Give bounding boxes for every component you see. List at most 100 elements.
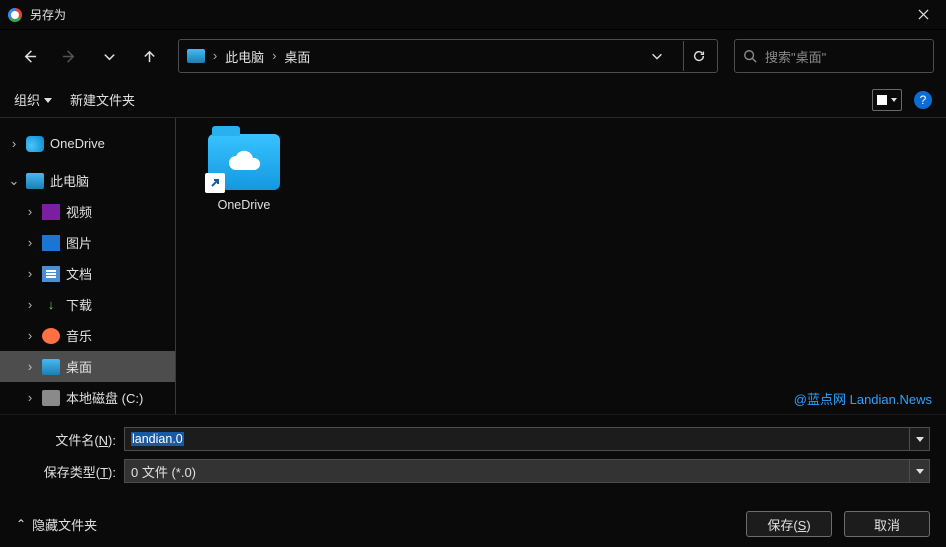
shortcut-arrow-icon (209, 177, 221, 189)
search-input[interactable]: 搜索"桌面" (734, 39, 934, 73)
filetype-value: 0 文件 (*.0) (131, 462, 196, 481)
sidebar-item-videos[interactable]: › 视频 (0, 196, 175, 227)
videos-icon (42, 204, 60, 220)
caret-right-icon: › (24, 266, 36, 281)
sidebar-item-localdisk[interactable]: › 本地磁盘 (C:) (0, 382, 175, 413)
view-icon (877, 95, 887, 105)
crumb-desktop[interactable]: 桌面 (284, 47, 310, 66)
sidebar-item-label: 视频 (66, 202, 92, 221)
back-button[interactable] (12, 39, 46, 73)
sidebar-item-label: 本地磁盘 (C:) (66, 388, 143, 407)
cloud-icon (224, 150, 264, 174)
sidebar-item-pictures[interactable]: › 图片 (0, 227, 175, 258)
thispc-icon (26, 173, 44, 189)
chrome-icon (8, 8, 22, 22)
search-placeholder: 搜索"桌面" (765, 47, 826, 66)
chevron-down-icon (916, 469, 924, 474)
chevron-down-icon (102, 49, 117, 64)
filename-value: landian.0 (131, 432, 184, 446)
music-icon (42, 328, 60, 344)
sidebar-item-label: 文档 (66, 264, 92, 283)
sidebar-item-label: 图片 (66, 233, 92, 252)
caret-right-icon: › (24, 359, 36, 374)
sidebar-item-label: 下载 (66, 295, 92, 314)
sidebar-item-documents[interactable]: › 文档 (0, 258, 175, 289)
up-button[interactable] (132, 39, 166, 73)
sidebar-item-label: 桌面 (66, 357, 92, 376)
file-pane[interactable]: OneDrive @蓝点网 Landian.News (176, 118, 946, 414)
caret-right-icon: › (24, 390, 36, 405)
command-bar: 组织 新建文件夹 ? (0, 82, 946, 118)
help-button[interactable]: ? (914, 91, 932, 109)
close-icon (918, 9, 929, 20)
organize-label: 组织 (14, 90, 40, 109)
thispc-small-icon (187, 49, 205, 63)
chevron-down-icon (650, 49, 664, 63)
chevron-down-icon (891, 98, 897, 102)
crumb-chevron-icon: › (272, 49, 276, 63)
filename-input[interactable]: landian.0 (124, 427, 930, 451)
sidebar-item-label: 音乐 (66, 326, 92, 345)
sidebar-item-downloads[interactable]: › ↓ 下载 (0, 289, 175, 320)
forward-button[interactable] (52, 39, 86, 73)
content-area: › OneDrive ⌄ 此电脑 › 视频 › 图片 › 文档 › ↓ 下载 (0, 118, 946, 414)
watermark-text: @蓝点网 Landian.News (794, 389, 932, 408)
sidebar: › OneDrive ⌄ 此电脑 › 视频 › 图片 › 文档 › ↓ 下载 (0, 118, 176, 414)
desktop-icon (42, 359, 60, 375)
caret-right-icon: › (24, 204, 36, 219)
recent-locations-button[interactable] (92, 39, 126, 73)
cancel-button[interactable]: 取消 (844, 511, 930, 537)
caret-right-icon: › (8, 136, 20, 151)
hide-folders-button[interactable]: ⌃ 隐藏文件夹 (16, 515, 97, 534)
caret-right-icon: › (24, 235, 36, 250)
filetype-label: 保存类型(T): (16, 462, 116, 481)
sidebar-item-label: OneDrive (50, 136, 105, 151)
sidebar-item-music[interactable]: › 音乐 (0, 320, 175, 351)
form-area: 文件名(N): landian.0 保存类型(T): 0 文件 (*.0) (0, 414, 946, 501)
chevron-down-icon (44, 98, 52, 103)
filename-label: 文件名(N): (16, 430, 116, 449)
refresh-button[interactable] (683, 41, 713, 71)
arrow-up-icon (142, 49, 157, 64)
onedrive-icon (26, 136, 44, 152)
filename-dropdown-button[interactable] (909, 428, 929, 450)
close-button[interactable] (900, 0, 946, 30)
caret-right-icon: › (24, 328, 36, 343)
nav-toolbar: › 此电脑 › 桌面 搜索"桌面" (0, 30, 946, 82)
folder-icon (208, 134, 280, 190)
address-dropdown-button[interactable] (641, 41, 671, 71)
window-title: 另存为 (30, 6, 900, 23)
chevron-down-icon (916, 437, 924, 442)
new-folder-button[interactable]: 新建文件夹 (70, 90, 135, 109)
chevron-up-icon: ⌃ (16, 517, 26, 531)
sidebar-item-onedrive[interactable]: › OneDrive (0, 128, 175, 159)
filetype-dropdown-button[interactable] (909, 460, 929, 482)
caret-right-icon: › (24, 297, 36, 312)
disk-icon (42, 390, 60, 406)
shortcut-badge (205, 173, 225, 193)
filetype-select[interactable]: 0 文件 (*.0) (124, 459, 930, 483)
sidebar-item-thispc[interactable]: ⌄ 此电脑 (0, 165, 175, 196)
footer: ⌃ 隐藏文件夹 保存(S) 取消 (0, 501, 946, 547)
caret-down-icon: ⌄ (8, 173, 20, 189)
address-bar[interactable]: › 此电脑 › 桌面 (178, 39, 718, 73)
pictures-icon (42, 235, 60, 251)
sidebar-item-label: 此电脑 (50, 171, 89, 190)
sidebar-item-desktop[interactable]: › 桌面 (0, 351, 175, 382)
file-item-onedrive[interactable]: OneDrive (196, 134, 292, 212)
arrow-right-icon (62, 49, 77, 64)
save-button[interactable]: 保存(S) (746, 511, 832, 537)
title-bar: 另存为 (0, 0, 946, 30)
documents-icon (42, 266, 60, 282)
downloads-icon: ↓ (42, 297, 60, 313)
hide-folders-label: 隐藏文件夹 (32, 515, 97, 534)
file-label: OneDrive (196, 198, 292, 212)
search-icon (743, 49, 757, 63)
organize-button[interactable]: 组织 (14, 90, 52, 109)
new-folder-label: 新建文件夹 (70, 90, 135, 109)
view-button[interactable] (872, 89, 902, 111)
refresh-icon (692, 49, 706, 63)
crumb-thispc[interactable]: 此电脑 (225, 47, 264, 66)
crumb-chevron-icon: › (213, 49, 217, 63)
arrow-left-icon (22, 49, 37, 64)
